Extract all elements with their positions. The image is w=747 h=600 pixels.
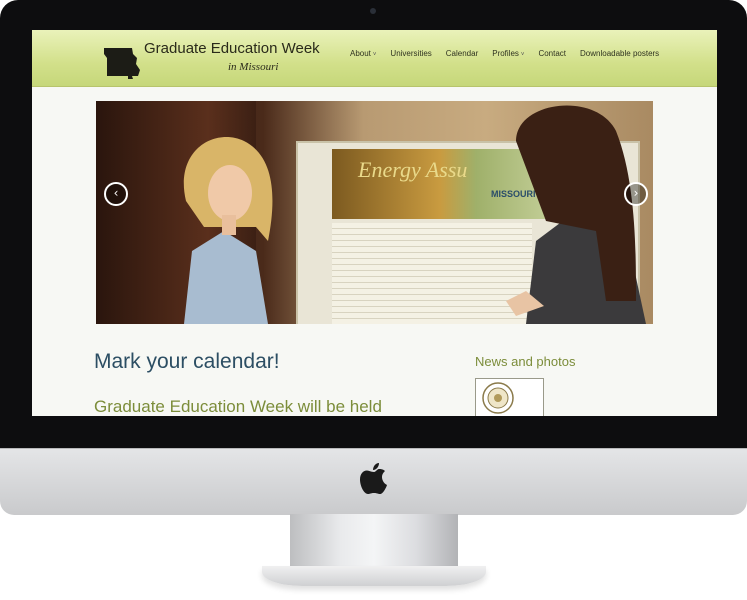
slider-prev-button[interactable]: ‹ [104,182,128,206]
nav-item-contact[interactable]: Contact [538,49,566,58]
nav-item-calendar[interactable]: Calendar [446,49,478,58]
nav-item-universities[interactable]: Universities [390,49,431,58]
image-slider[interactable]: Energy Assu MISSOURI ‹ › [96,101,653,324]
chevron-right-icon: › [633,186,639,200]
browser-screen: Graduate Education Week in Missouri Abou… [32,30,717,416]
monitor-stand-foot [262,566,486,586]
site-title[interactable]: Graduate Education Week [144,40,320,57]
nav-label: Downloadable posters [580,49,660,58]
camera-dot [370,8,376,14]
apple-logo-icon [360,463,387,494]
main-nav: About ˅ Universities Calendar Profiles ˅ C… [350,49,673,58]
chevron-down-icon: ˅ [520,52,525,58]
monitor-stand-neck [290,514,458,566]
news-thumbnail[interactable] [475,378,544,416]
nav-label: Calendar [445,49,479,58]
site-header: Graduate Education Week in Missouri Abou… [32,30,717,87]
poster-title: Energy Assu [358,157,468,182]
chevron-down-icon: ˅ [372,52,377,58]
event-heading: Graduate Education Week will be held [94,397,382,416]
nav-item-about[interactable]: About ˅ [350,49,376,58]
nav-label: Universities [390,49,432,58]
missouri-map-icon[interactable] [102,44,142,80]
nav-item-profiles[interactable]: Profiles ˅ [492,49,524,58]
nav-item-posters[interactable]: Downloadable posters [580,49,659,58]
person-left-figure [183,137,273,324]
slider-next-button[interactable]: › [624,182,648,206]
seal-icon [482,382,514,414]
chevron-left-icon: ‹ [113,186,119,200]
nav-label: Profiles [492,49,519,58]
news-heading: News and photos [475,354,576,369]
person-right-figure [506,105,646,324]
calendar-heading: Mark your calendar! [94,350,280,373]
site-subtitle: in Missouri [228,61,279,73]
nav-label: About [350,49,371,58]
nav-label: Contact [538,49,567,58]
